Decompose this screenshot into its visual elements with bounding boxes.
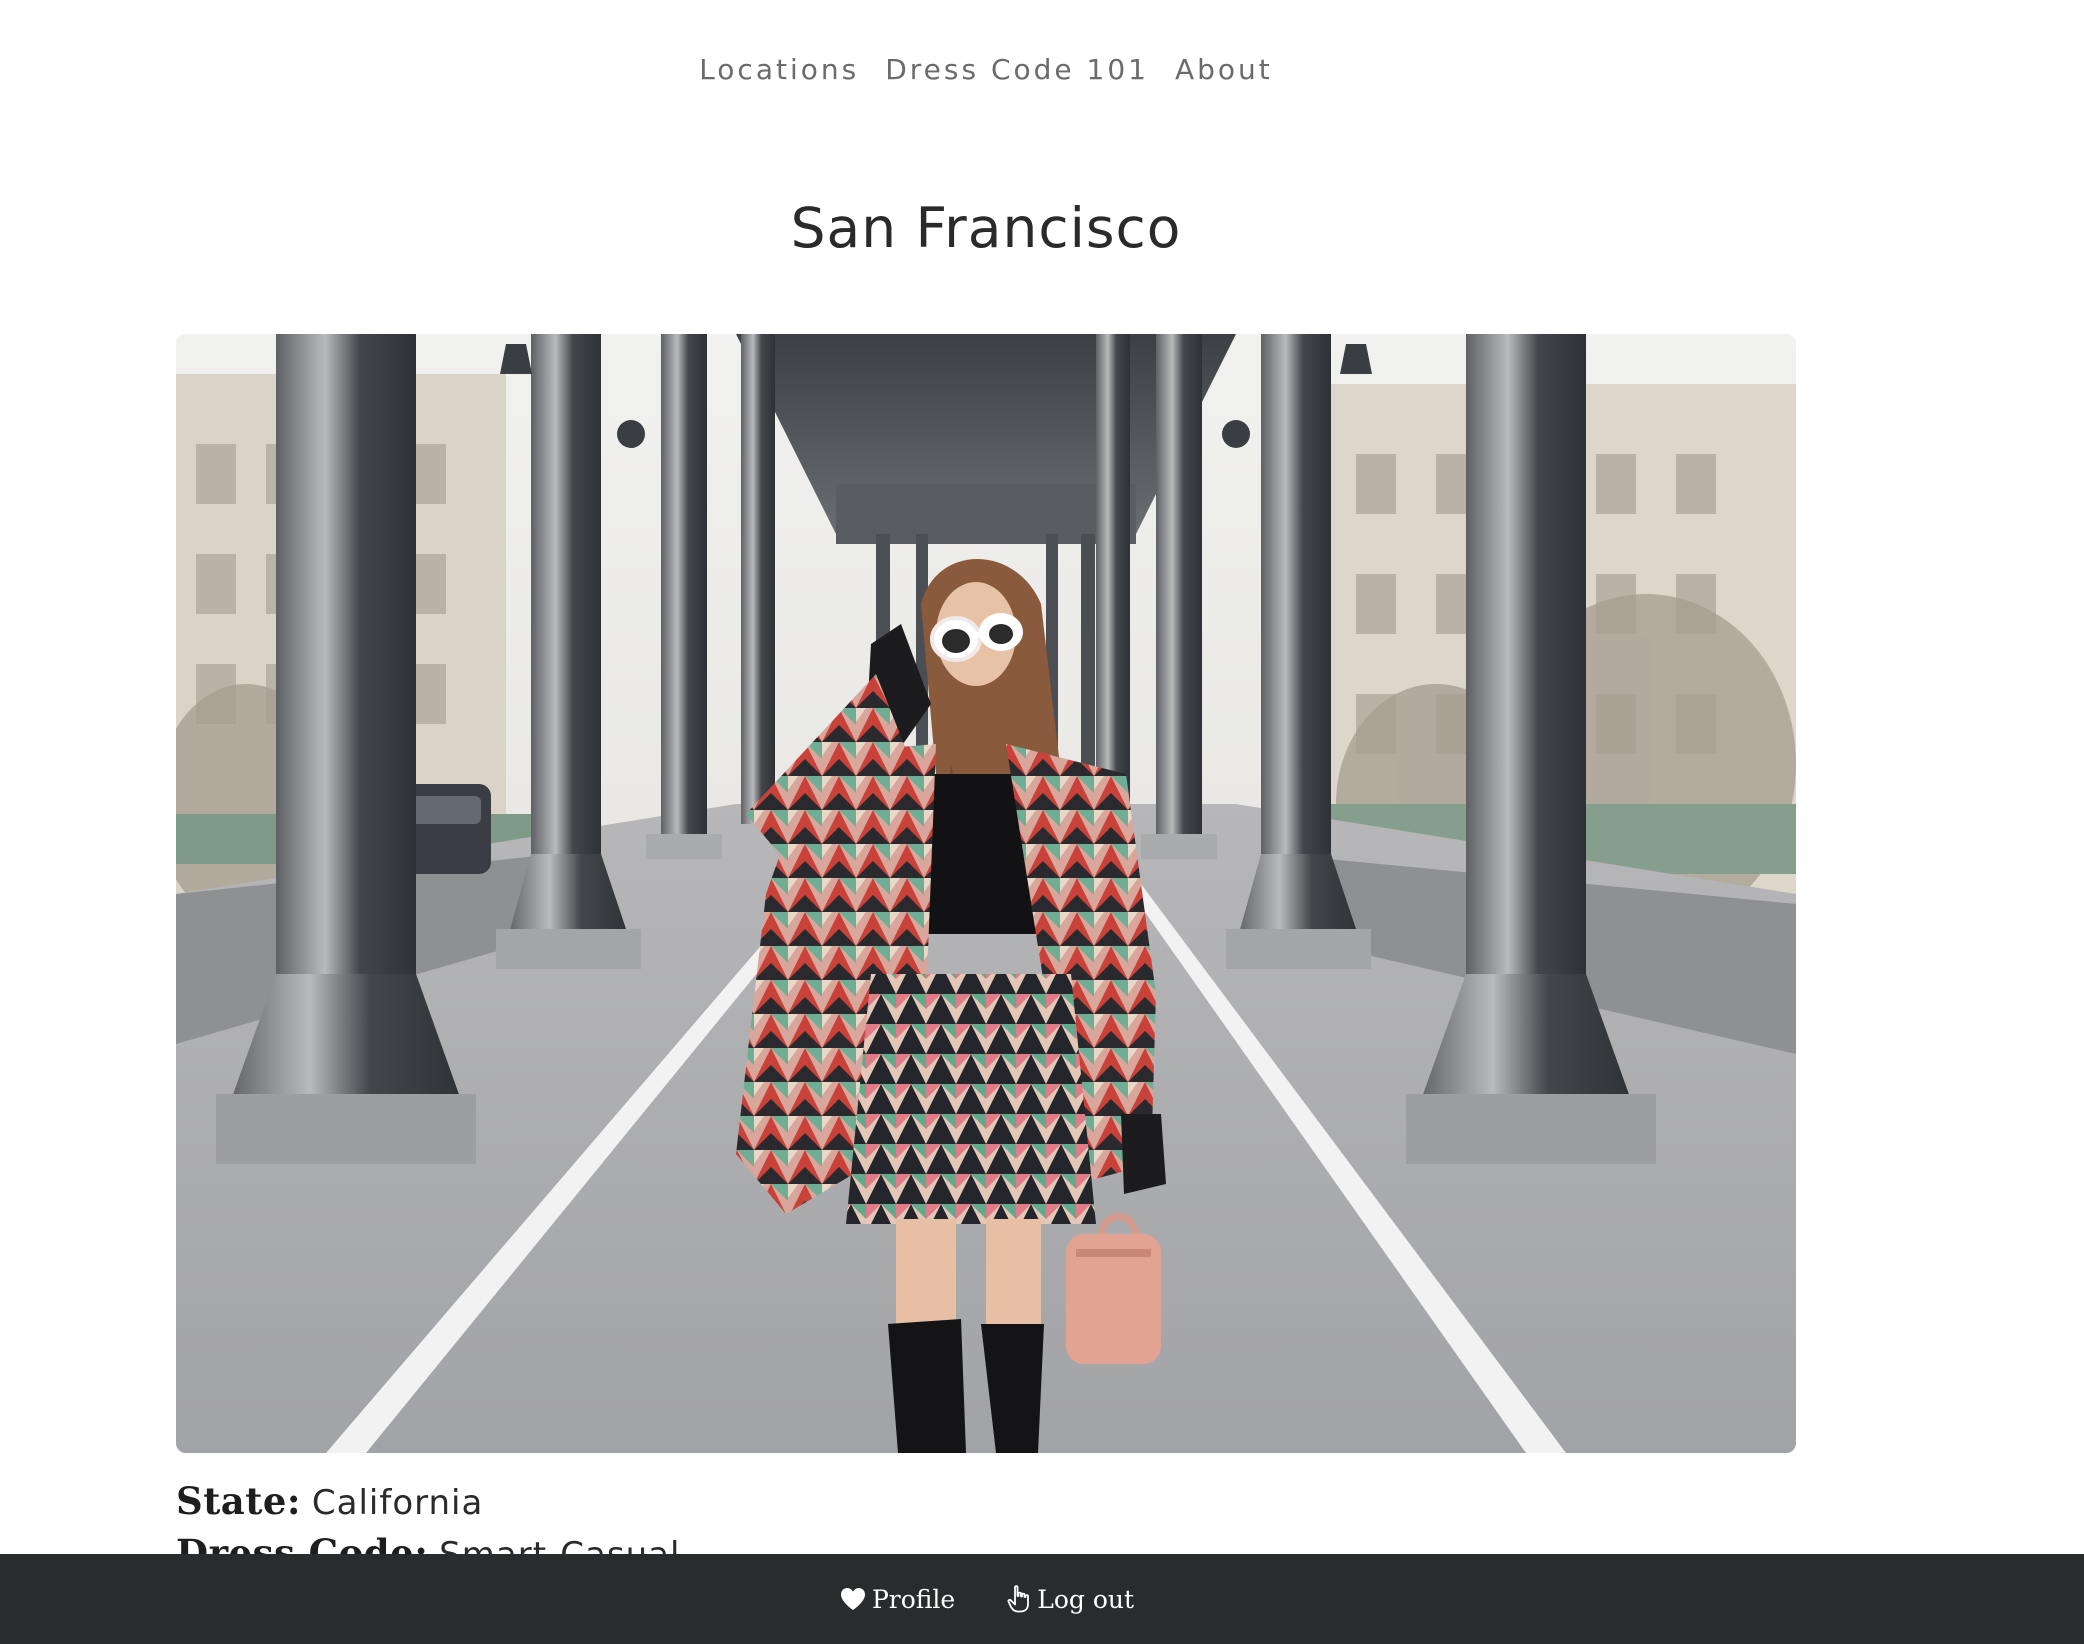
logout-label: Log out [1037, 1584, 1135, 1614]
nav-about-link[interactable]: About [1175, 50, 1273, 90]
logout-link[interactable]: Log out [1007, 1585, 1134, 1614]
nav-dress-code-link[interactable]: Dress Code 101 [885, 50, 1149, 90]
state-value: California [311, 1483, 484, 1523]
page-title: San Francisco [790, 196, 1182, 260]
hand-pointer-icon [1007, 1585, 1030, 1613]
heart-icon [840, 1588, 865, 1610]
nav-locations-link[interactable]: Locations [699, 50, 859, 90]
hero-photo [176, 334, 1796, 1453]
state-row: State: California [176, 1476, 1796, 1528]
profile-label: Profile [871, 1584, 956, 1614]
state-label: State: [176, 1479, 302, 1523]
top-nav: Locations Dress Code 101 About [0, 50, 1972, 90]
bottom-bar: Profile Log out [0, 1554, 2084, 1644]
profile-link[interactable]: Profile [840, 1585, 955, 1614]
